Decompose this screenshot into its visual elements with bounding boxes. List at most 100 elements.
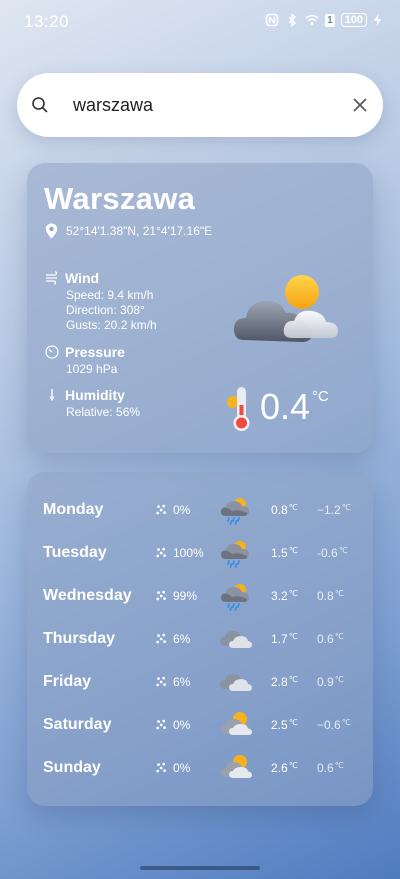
- precipitation-icon: [155, 546, 171, 560]
- wind-gusts: Gusts: 20.2 km/h: [66, 318, 157, 332]
- wind-speed: Speed: 9.4 km/h: [66, 288, 154, 302]
- precipitation-icon: [155, 718, 171, 732]
- forecast-precipitation: 0%: [173, 718, 191, 732]
- forecast-day: Thursday: [43, 630, 116, 647]
- forecast-low-value: 0.6: [317, 761, 334, 775]
- degree-unit: ℃: [338, 546, 348, 555]
- forecast-row-monday: Monday 0% 0.8℃ −1.2℃: [43, 493, 359, 527]
- location-pin-icon: [45, 223, 58, 239]
- forecast-high-value: 2.8: [271, 675, 288, 689]
- forecast-high: 1.5℃: [271, 546, 317, 560]
- forecast-row-thursday: Thursday 6% 1.7℃ 0.6℃: [43, 622, 359, 656]
- sun-cloud-rain-icon: [219, 581, 253, 611]
- forecast-low: 0.8℃: [317, 589, 344, 603]
- forecast-day: Saturday: [43, 716, 112, 733]
- current-temperature-value: 0.4: [260, 386, 311, 427]
- degree-unit: ℃: [334, 761, 344, 770]
- forecast-low-value: 0.8: [317, 589, 334, 603]
- precipitation-icon: [155, 761, 171, 775]
- forecast-row-saturday: Saturday 0% 2.5℃ −0.6℃: [43, 708, 359, 742]
- forecast-high: 2.5℃: [271, 718, 317, 732]
- forecast-low-value: −1.2: [317, 503, 341, 517]
- search-icon: [32, 97, 48, 113]
- nfc-icon: [265, 13, 279, 27]
- forecast-high-value: 0.8: [271, 503, 288, 517]
- forecast-low: −0.6℃: [317, 718, 351, 732]
- forecast-high: 2.8℃: [271, 675, 317, 689]
- forecast-low-value: −0.6: [317, 718, 341, 732]
- forecast-low-value: 0.6: [317, 632, 334, 646]
- battery-indicator: 100: [340, 13, 367, 27]
- forecast-high: 1.7℃: [271, 632, 317, 646]
- precipitation-icon: [155, 589, 171, 603]
- degree-unit: ℃: [341, 503, 351, 512]
- degree-unit: ℃: [288, 503, 298, 512]
- precipitation-icon: [155, 503, 171, 517]
- humidity-metric: Humidity Relative: 56%: [45, 387, 140, 420]
- degree-unit: ℃: [288, 675, 298, 684]
- current-temperature: 0.4 °C: [260, 386, 329, 428]
- degree-unit: ℃: [334, 589, 344, 598]
- charging-icon: [373, 13, 382, 27]
- home-indicator[interactable]: [140, 866, 260, 870]
- status-time: 13:20: [24, 12, 70, 31]
- coordinates-text: 52°14'1.38"N, 21°4'17.16"E: [66, 224, 213, 238]
- wind-label: Wind: [65, 270, 100, 286]
- forecast-card: Monday 0% 0.8℃ −1.2℃ Tuesday 100% 1.5℃ -0.6℃ Wed…: [27, 472, 373, 806]
- forecast-low-value: -0.6: [317, 546, 338, 560]
- degree-unit: ℃: [334, 675, 344, 684]
- forecast-day: Sunday: [43, 759, 101, 776]
- gauge-icon: [45, 345, 59, 359]
- forecast-day: Tuesday: [43, 544, 107, 561]
- degree-unit: ℃: [288, 589, 298, 598]
- forecast-day: Wednesday: [43, 587, 132, 604]
- status-bar: 13:20 1 100: [0, 0, 400, 44]
- forecast-high: 2.6℃: [271, 761, 317, 775]
- search-input[interactable]: [73, 89, 343, 121]
- cloudy-icon: [219, 667, 253, 697]
- precipitation-icon: [155, 675, 171, 689]
- humidity-value: Relative: 56%: [66, 405, 141, 419]
- forecast-high-value: 3.2: [271, 589, 288, 603]
- humidity-icon: [49, 389, 55, 402]
- forecast-high: 3.2℃: [271, 589, 317, 603]
- sun-cloud-rain-icon: [219, 495, 253, 525]
- forecast-day: Friday: [43, 673, 92, 690]
- search-bar[interactable]: [17, 73, 383, 137]
- close-icon[interactable]: [351, 96, 369, 114]
- pressure-label: Pressure: [65, 344, 125, 360]
- pressure-metric: Pressure 1029 hPa: [45, 344, 125, 377]
- forecast-low-value: 0.9: [317, 675, 334, 689]
- forecast-low: 0.9℃: [317, 675, 344, 689]
- forecast-high-value: 1.7: [271, 632, 288, 646]
- partly-cloudy-icon: [234, 275, 338, 342]
- status-icons: 1 100: [265, 13, 382, 27]
- degree-unit: ℃: [341, 718, 351, 727]
- humidity-label: Humidity: [65, 387, 125, 403]
- sun-cloud-rain-icon: [219, 538, 253, 568]
- forecast-low: 0.6℃: [317, 632, 344, 646]
- forecast-low: −1.2℃: [317, 503, 351, 517]
- wind-metric: Wind Speed: 9.4 km/h Direction: 308° Gus…: [45, 270, 157, 333]
- forecast-row-friday: Friday 6% 2.8℃ 0.9℃: [43, 665, 359, 699]
- wind-icon: [46, 271, 58, 285]
- forecast-precipitation: 0%: [173, 761, 191, 775]
- forecast-precipitation: 0%: [173, 503, 191, 517]
- wifi-icon: [305, 14, 319, 25]
- forecast-precipitation: 6%: [173, 675, 191, 689]
- bluetooth-icon: [288, 13, 297, 27]
- city-name: Warszawa: [44, 181, 196, 216]
- degree-unit: ℃: [288, 761, 298, 770]
- precipitation-icon: [155, 632, 171, 646]
- coordinates: 52°14'1.38"N, 21°4'17.16"E: [45, 223, 212, 239]
- forecast-high: 0.8℃: [271, 503, 317, 517]
- wind-direction: Direction: 308°: [66, 303, 145, 317]
- forecast-low: 0.6℃: [317, 761, 344, 775]
- forecast-high-value: 1.5: [271, 546, 288, 560]
- degree-unit: ℃: [288, 718, 298, 727]
- forecast-row-tuesday: Tuesday 100% 1.5℃ -0.6℃: [43, 536, 359, 570]
- forecast-precipitation: 100%: [173, 546, 204, 560]
- partly-cloudy-icon: [219, 710, 253, 740]
- degree-unit: ℃: [288, 632, 298, 641]
- forecast-low: -0.6℃: [317, 546, 348, 560]
